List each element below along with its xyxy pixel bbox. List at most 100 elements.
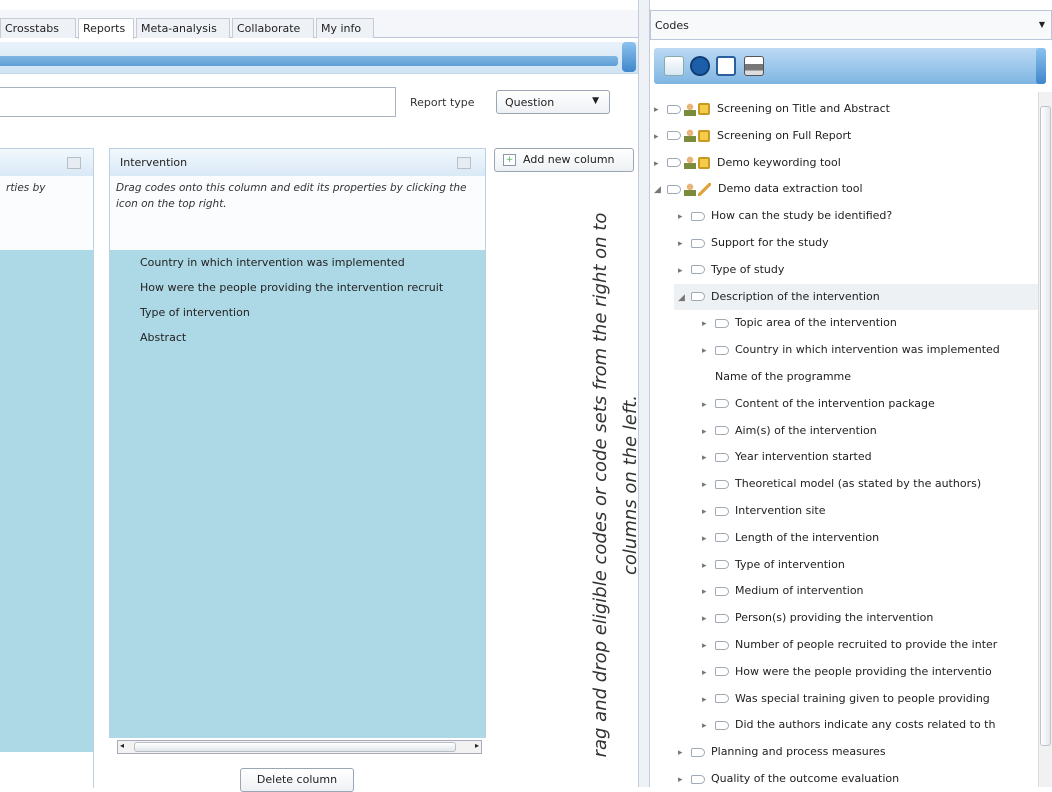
- expand-icon[interactable]: ▸: [702, 526, 712, 551]
- tree-node[interactable]: ▸ Planning and process measures: [678, 739, 1038, 765]
- tab-meta-analysis[interactable]: Meta-analysis: [136, 18, 230, 38]
- expand-icon[interactable]: ▸: [678, 204, 688, 229]
- codes-vertical-scrollbar[interactable]: [1038, 92, 1052, 787]
- collapse-icon[interactable]: ◢: [678, 285, 688, 310]
- collapse-handle[interactable]: [622, 42, 636, 72]
- expand-icon[interactable]: ▸: [678, 740, 688, 765]
- tree-node-label: Year intervention started: [735, 450, 872, 464]
- report-search-input[interactable]: [0, 87, 396, 117]
- tree-node[interactable]: ◢ Demo data extraction tool: [654, 176, 1038, 202]
- tree-node[interactable]: ▸ Demo keywording tool: [654, 150, 1038, 176]
- codes-panel-selector[interactable]: Codes ▼: [650, 10, 1052, 40]
- code-arrow-icon: [715, 399, 729, 409]
- scrollbar-thumb[interactable]: [1040, 106, 1051, 746]
- panel-handle[interactable]: [1036, 48, 1046, 84]
- tree-node[interactable]: ▸ Screening on Title and Abstract: [654, 96, 1038, 122]
- expand-icon[interactable]: ▸: [702, 311, 712, 336]
- horizontal-scrollbar[interactable]: ◂ ▸: [117, 740, 482, 754]
- users-icon: [684, 102, 696, 116]
- tree-node[interactable]: ▸ Person(s) providing the intervention: [702, 605, 1038, 631]
- expand-icon[interactable]: ▸: [678, 767, 688, 787]
- header-strip: [0, 56, 618, 66]
- column-drop-area[interactable]: [0, 250, 94, 778]
- tab-my-info[interactable]: My info: [316, 18, 374, 38]
- expand-icon[interactable]: ▸: [702, 553, 712, 578]
- column-properties-icon[interactable]: [67, 157, 81, 169]
- expand-icon[interactable]: ▸: [702, 445, 712, 470]
- add-codeset-icon[interactable]: [664, 56, 684, 76]
- delete-column-button[interactable]: Delete column: [240, 768, 354, 792]
- expand-icon[interactable]: ▸: [654, 124, 664, 149]
- tab-reports[interactable]: Reports: [78, 18, 134, 39]
- tree-node[interactable]: ◢ Description of the intervention: [674, 283, 1038, 310]
- tree-node[interactable]: ▸ Support for the study: [678, 230, 1038, 256]
- expand-icon[interactable]: ▸: [702, 633, 712, 658]
- expand-icon[interactable]: ▸: [702, 419, 712, 444]
- view-icon[interactable]: [716, 56, 736, 76]
- tree-node[interactable]: ▸ Length of the intervention: [702, 525, 1038, 551]
- tree-node[interactable]: ▸ Did the authors indicate any costs rela…: [702, 712, 1038, 738]
- tree-node[interactable]: ▸ Topic area of the intervention: [702, 310, 1038, 336]
- report-type-value: Question: [505, 96, 555, 109]
- tree-node[interactable]: Name of the programme: [702, 364, 1038, 390]
- expand-icon[interactable]: ▸: [702, 579, 712, 604]
- expand-icon[interactable]: ▸: [702, 606, 712, 631]
- pencil-icon: [698, 182, 711, 196]
- code-arrow-icon: [691, 774, 705, 784]
- column-drop-area[interactable]: Country in which intervention was implem…: [109, 250, 486, 738]
- expand-icon[interactable]: ▸: [702, 338, 712, 363]
- tree-node[interactable]: ▸ Number of people recruited to provide t…: [702, 632, 1038, 658]
- report-column-left: rties by: [0, 148, 94, 788]
- add-column-button[interactable]: + Add new column: [494, 148, 634, 172]
- expand-icon[interactable]: ▸: [678, 231, 688, 256]
- tree-node[interactable]: ▸ Medium of intervention: [702, 578, 1038, 604]
- column-hint-text: Drag codes onto this column and edit its…: [116, 182, 467, 210]
- tree-node[interactable]: ▸ Type of intervention: [702, 552, 1038, 578]
- expand-icon[interactable]: ▸: [702, 713, 712, 738]
- expand-icon[interactable]: ▸: [678, 258, 688, 283]
- report-column-intervention: Intervention Drag codes onto this column…: [109, 148, 486, 792]
- tree-node[interactable]: ▸ Intervention site: [702, 498, 1038, 524]
- code-arrow-icon: [715, 694, 729, 704]
- column-item[interactable]: Country in which intervention was implem…: [110, 250, 485, 275]
- collapse-icon[interactable]: ◢: [654, 177, 664, 202]
- expand-icon[interactable]: ▸: [702, 392, 712, 417]
- tree-node[interactable]: ▸ Screening on Full Report: [654, 123, 1038, 149]
- tree-node[interactable]: ▸ How can the study be identified?: [678, 203, 1038, 229]
- expand-icon[interactable]: ▸: [702, 472, 712, 497]
- tab-crosstabs[interactable]: Crosstabs: [0, 18, 76, 38]
- tab-collaborate[interactable]: Collaborate: [232, 18, 314, 38]
- tree-node-label: Country in which intervention was implem…: [735, 343, 1000, 357]
- code-arrow-icon: [715, 613, 729, 623]
- code-arrow-icon: [667, 184, 681, 194]
- column-item[interactable]: Abstract: [110, 325, 485, 350]
- scroll-right-icon[interactable]: ▸: [475, 741, 479, 750]
- expand-icon[interactable]: ▸: [702, 660, 712, 685]
- column-item[interactable]: How were the people providing the interv…: [110, 275, 485, 300]
- tree-node[interactable]: ▸ Aim(s) of the intervention: [702, 418, 1038, 444]
- expand-icon[interactable]: ▸: [702, 499, 712, 524]
- tree-node[interactable]: ▸ Quality of the outcome evaluation: [678, 766, 1038, 787]
- tree-node[interactable]: ▸ Was special training given to people pr…: [702, 686, 1038, 712]
- print-icon[interactable]: [744, 56, 764, 76]
- expand-icon[interactable]: ▸: [654, 151, 664, 176]
- user-icon: [684, 182, 696, 196]
- column-item[interactable]: Type of intervention: [110, 300, 485, 325]
- report-type-select[interactable]: Question ▼: [496, 90, 610, 114]
- expand-icon[interactable]: ▸: [654, 97, 664, 122]
- tree-node[interactable]: ▸ Type of study: [678, 257, 1038, 283]
- scroll-left-icon[interactable]: ◂: [120, 741, 124, 750]
- expand-icon[interactable]: ▸: [702, 687, 712, 712]
- column-properties-icon[interactable]: [457, 157, 471, 169]
- panel-splitter[interactable]: [638, 0, 650, 787]
- tree-node[interactable]: ▸ Year intervention started: [702, 444, 1038, 470]
- code-arrow-icon: [667, 131, 681, 141]
- tree-node-label: Demo data extraction tool: [718, 182, 863, 196]
- tree-node[interactable]: ▸ Content of the intervention package: [702, 391, 1038, 417]
- tree-node[interactable]: ▸ Country in which intervention was imple…: [702, 337, 1038, 363]
- tree-node[interactable]: ▸ How were the people providing the inter…: [702, 659, 1038, 685]
- column-hint-area: Drag codes onto this column and edit its…: [109, 176, 486, 250]
- tree-node[interactable]: ▸ Theoretical model (as stated by the aut…: [702, 471, 1038, 497]
- info-icon[interactable]: [690, 56, 710, 76]
- scrollbar-thumb[interactable]: [134, 742, 456, 752]
